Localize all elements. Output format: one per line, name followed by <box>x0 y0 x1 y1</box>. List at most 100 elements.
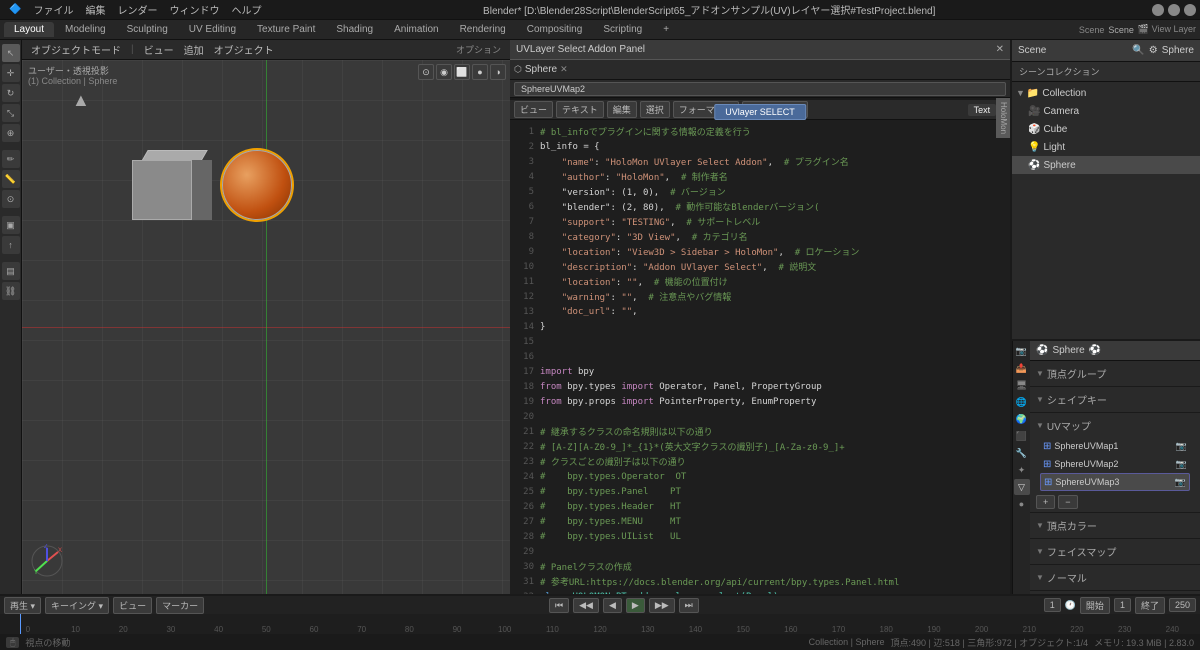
script-menu-view[interactable]: ビュー <box>514 101 553 118</box>
tool-transform[interactable]: ⊕ <box>2 124 20 142</box>
prop-icon-view[interactable]: 🖥 <box>1014 377 1030 393</box>
uv-select-button[interactable]: UVlayer SELECT <box>714 104 806 120</box>
tool-cursor[interactable]: ⊙ <box>2 190 20 208</box>
tool-measure[interactable]: 📏 <box>2 170 20 188</box>
tab-modeling[interactable]: Modeling <box>55 22 116 37</box>
outliner-filter-icon[interactable]: ⚙ <box>1149 45 1158 56</box>
tab-compositing[interactable]: Compositing <box>517 22 593 37</box>
timeline-ruler[interactable]: 0102030405060708090100110120130140150160… <box>0 614 1200 634</box>
uv-map-dropdown[interactable]: SphereUVMap2 <box>514 82 1006 96</box>
viewport-add-menu[interactable]: 追加 <box>181 41 207 58</box>
prop-icon-modifiers[interactable]: 🔧 <box>1014 445 1030 461</box>
uv-map-camera-icon[interactable]: 📷 <box>1176 441 1187 452</box>
tool-extrude[interactable]: ↑ <box>2 236 20 254</box>
tool-misc1[interactable]: ▤ <box>2 262 20 280</box>
scene-tree-item-collection[interactable]: ▼📁Collection <box>1012 84 1200 102</box>
prop-icon-material[interactable]: ● <box>1014 496 1030 512</box>
prop-icon-particles[interactable]: ✦ <box>1014 462 1030 478</box>
scene-name[interactable]: Scene <box>1108 25 1134 35</box>
tool-annotate[interactable]: ✏ <box>2 150 20 168</box>
viewport-3d[interactable]: オブジェクトモード | ビュー 追加 オブジェクト オプション ▲ ユーザー・透… <box>22 40 510 594</box>
prop-section-uvmap-title[interactable]: 頂点グループ <box>1036 364 1194 383</box>
uv-map-item[interactable]: ⊞SphereUVMap2📷 <box>1040 455 1190 473</box>
tree-expand-arrow: ▼ <box>1016 88 1025 98</box>
viewport-mode[interactable]: オブジェクトモード <box>28 41 124 58</box>
maximize-button[interactable] <box>1168 4 1180 16</box>
close-button[interactable] <box>1184 4 1196 16</box>
tab-sculpting[interactable]: Sculpting <box>117 22 178 37</box>
uv-map-item[interactable]: ⊞SphereUVMap3📷 <box>1040 473 1190 491</box>
tl-start-frame[interactable]: 1 <box>1114 598 1131 612</box>
prop-icon-object[interactable]: ⬛ <box>1014 428 1030 444</box>
tab-scripting[interactable]: Scripting <box>593 22 652 37</box>
tl-mode[interactable]: 再生 ▾ <box>4 597 41 614</box>
tl-view[interactable]: ビュー <box>113 597 152 614</box>
tl-marker[interactable]: マーカー <box>156 597 204 614</box>
menu-render[interactable]: レンダー <box>112 0 162 19</box>
tab-uv-editing[interactable]: UV Editing <box>179 22 246 37</box>
viewport-view-menu[interactable]: ビュー <box>141 41 177 58</box>
tl-play[interactable]: ▶ <box>626 598 645 613</box>
script-menu-edit[interactable]: 編集 <box>607 101 637 118</box>
prop-icon-world[interactable]: 🌍 <box>1014 411 1030 427</box>
tl-prev-frame[interactable]: ◀◀ <box>573 598 599 613</box>
tl-next-keyframe[interactable]: ⏭ <box>679 598 699 613</box>
shading-solid-btn[interactable]: ● <box>472 64 488 80</box>
uv-map-add-btn[interactable]: + <box>1036 495 1055 509</box>
xray-btn[interactable]: ⬜ <box>454 64 470 80</box>
outliner-tb-mode[interactable]: シーンコレクション <box>1016 64 1103 79</box>
show-gizmo-btn[interactable]: ⊙ <box>418 64 434 80</box>
script-content[interactable]: 1# bl_infoでプラグインに関する情報の定義を行う2bl_info = {… <box>510 120 1010 594</box>
tool-rotate[interactable]: ↻ <box>2 84 20 102</box>
tool-scale[interactable]: ⤡ <box>2 104 20 122</box>
uv-map-remove-btn[interactable]: − <box>1058 495 1077 509</box>
uv-panel-close[interactable]: ✕ <box>996 44 1004 55</box>
prop-section-shapekey-title[interactable]: シェイプキー <box>1036 390 1194 409</box>
scene-tree-item-cube[interactable]: 🎲Cube <box>1012 120 1200 138</box>
viewport-object-menu[interactable]: オブジェクト <box>211 41 277 58</box>
show-overlay-btn[interactable]: ◉ <box>436 64 452 80</box>
tab-shading[interactable]: Shading <box>326 22 383 37</box>
prop-section-vcolor-title[interactable]: 頂点カラー <box>1036 516 1194 535</box>
menu-window[interactable]: ウィンドウ <box>164 0 224 19</box>
prop-section-normals-title[interactable]: ノーマル <box>1036 568 1194 587</box>
scene-tree-item-sphere[interactable]: ⚽Sphere <box>1012 156 1200 174</box>
tool-misc2[interactable]: ⛓ <box>2 282 20 300</box>
tl-prev[interactable]: ◀ <box>603 598 622 613</box>
tab-texture-paint[interactable]: Texture Paint <box>247 22 325 37</box>
viewport-options[interactable]: オプション <box>453 42 504 57</box>
uv-map-item[interactable]: ⊞SphereUVMap1📷 <box>1040 437 1190 455</box>
scene-tree-item-camera[interactable]: 🎥Camera <box>1012 102 1200 120</box>
script-menu-text[interactable]: テキスト <box>556 101 604 118</box>
tab-layout[interactable]: Layout <box>4 22 54 37</box>
prop-section-uv-title[interactable]: UVマップ <box>1036 416 1194 435</box>
prop-icon-render[interactable]: 📷 <box>1014 343 1030 359</box>
shading-render-btn[interactable]: ◑ <box>490 64 506 80</box>
script-menu-select[interactable]: 選択 <box>640 101 670 118</box>
uv-map-camera-icon[interactable]: 📷 <box>1175 477 1186 488</box>
menu-edit[interactable]: 編集 <box>80 0 110 19</box>
tl-end-frame[interactable]: 250 <box>1169 598 1196 612</box>
tool-add-cube[interactable]: ▣ <box>2 216 20 234</box>
outliner-search-icon[interactable]: 🔍 <box>1132 45 1144 56</box>
tool-select[interactable]: ↖ <box>2 44 20 62</box>
tl-next[interactable]: ▶▶ <box>649 598 675 613</box>
prop-icon-output[interactable]: 📤 <box>1014 360 1030 376</box>
minimize-button[interactable] <box>1152 4 1164 16</box>
tab-add[interactable]: + <box>653 22 679 37</box>
tab-rendering[interactable]: Rendering <box>450 22 516 37</box>
prop-icon-data[interactable]: ▽ <box>1014 479 1030 495</box>
scene-tree-item-light[interactable]: 💡Light <box>1012 138 1200 156</box>
mesh-close[interactable]: ✕ <box>560 64 568 75</box>
tl-keying[interactable]: キーイング ▾ <box>45 597 109 614</box>
uv-map-camera-icon[interactable]: 📷 <box>1176 459 1187 470</box>
tl-prev-keyframe[interactable]: ⏮ <box>549 598 569 613</box>
prop-icon-scene[interactable]: 🌐 <box>1014 394 1030 410</box>
tab-animation[interactable]: Animation <box>384 22 448 37</box>
menu-file[interactable]: ファイル <box>28 0 78 19</box>
menu-help[interactable]: ヘルプ <box>226 0 266 19</box>
tool-move[interactable]: ✛ <box>2 64 20 82</box>
tl-current-frame[interactable]: 1 <box>1044 598 1061 612</box>
prop-section-facemap-title[interactable]: フェイスマップ <box>1036 542 1194 561</box>
uv-side-tab-holomon[interactable]: HoloMon <box>996 98 1010 138</box>
